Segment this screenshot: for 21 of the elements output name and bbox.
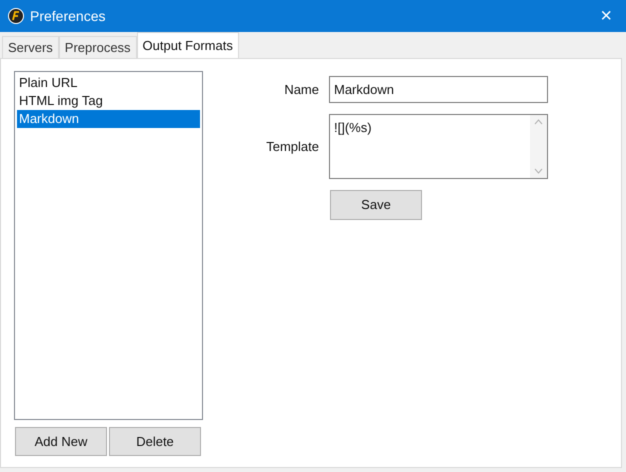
template-text: ![](%s) — [333, 119, 373, 137]
name-field[interactable]: Markdown — [329, 76, 548, 103]
list-item[interactable]: Plain URL — [17, 74, 200, 92]
list-action-button[interactable]: Add New — [15, 427, 107, 456]
tab[interactable]: Output Formats — [136, 32, 239, 58]
template-field[interactable]: ![](%s) — [329, 114, 548, 179]
list-item[interactable]: Markdown — [17, 110, 200, 128]
scroll-up-icon[interactable] — [534, 119, 543, 125]
scrollbar[interactable] — [530, 115, 547, 178]
save-button[interactable]: Save — [330, 190, 422, 220]
name-label: Name — [283, 80, 320, 99]
tab[interactable]: Servers — [2, 36, 59, 58]
window-title: Preferences — [30, 6, 106, 26]
format-list[interactable]: Plain URL HTML img Tag Markdown — [14, 71, 203, 420]
app-logo-icon — [8, 8, 24, 24]
template-label: Template — [265, 138, 320, 156]
list-item[interactable]: HTML img Tag — [17, 92, 200, 110]
list-action-button[interactable]: Delete — [109, 427, 201, 456]
close-button[interactable]: × — [594, 6, 618, 26]
scroll-down-icon[interactable] — [534, 168, 543, 174]
tab[interactable]: Preprocess — [58, 36, 137, 58]
